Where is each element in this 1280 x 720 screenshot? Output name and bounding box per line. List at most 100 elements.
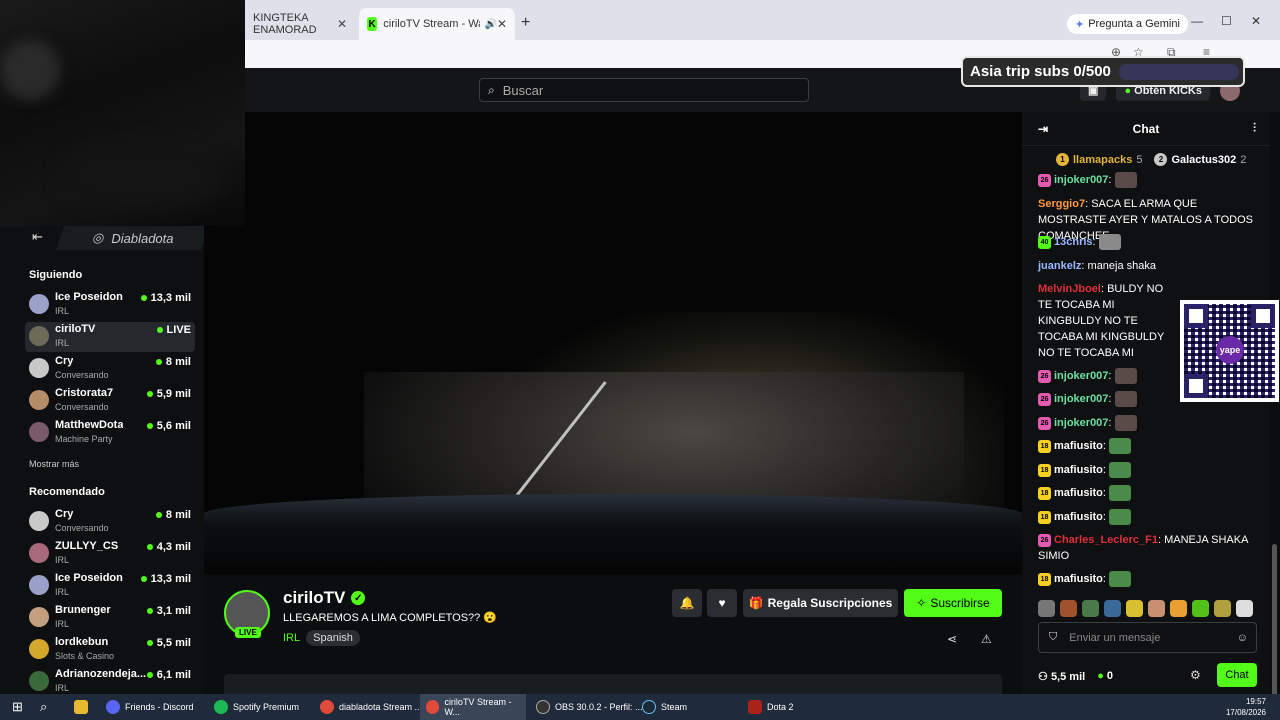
sub-goal-label: Asia trip subs 0/500 (970, 63, 1111, 80)
collapse-sidebar-icon[interactable]: ⇤ (32, 229, 43, 245)
sidebar-item-cirilotv[interactable]: ciriloTV IRL LIVE (25, 322, 195, 352)
collapse-chat-icon[interactable]: ⇥ (1038, 122, 1048, 136)
streamer-name-label: ciriloTV (283, 588, 346, 607)
emote-button[interactable] (1192, 600, 1209, 617)
verified-icon: ✓ (351, 591, 366, 605)
sidebar-item-cry[interactable]: Cry Conversando 8 mil (25, 354, 195, 384)
emote-button[interactable] (1126, 600, 1143, 617)
report-icon[interactable]: ⚠ (981, 632, 992, 646)
system-clock[interactable]: 19:57 17/08/2026 (1226, 696, 1266, 718)
close-window-button[interactable]: ✕ (1251, 14, 1261, 28)
avatar (29, 358, 49, 378)
sidebar-item-ice-poseidon[interactable]: Ice Poseidon IRL 13,3 mil (25, 290, 195, 320)
taskbar-search-button[interactable]: ⌕ (34, 694, 47, 720)
chat-message: 40 13chris: (1038, 234, 1266, 251)
channel-category: Conversando (55, 523, 109, 533)
sidebar-item-adrianozendeja[interactable]: Adrianozendeja... IRL 6,1 mil (25, 667, 195, 697)
search-input[interactable]: ⌕ Buscar (479, 78, 809, 102)
emote-button[interactable] (1038, 600, 1055, 617)
chat-input[interactable]: ⛉ Enviar un mensaje ☺ (1038, 622, 1257, 653)
emote (1098, 234, 1121, 251)
taskbar-dota2[interactable]: Dota 2 (742, 694, 794, 720)
channel-category: IRL (55, 338, 70, 348)
video-player[interactable] (204, 112, 1022, 574)
sidebar-item-lordkebun[interactable]: lordkebun Slots & Casino 5,5 mil (25, 635, 195, 665)
folder-icon (74, 700, 88, 714)
notification-bell-button[interactable]: 🔔 (672, 589, 702, 617)
tab-kingteka[interactable]: KINGTEKA ENAMORAD ✕ (245, 8, 355, 40)
tab-cirilotv[interactable]: K ciriloTV Stream - Watch Liv 🔊 ✕ (359, 8, 515, 40)
taskbar-chrome-cirilotv[interactable]: ciriloTV Stream - W... (420, 694, 526, 720)
language-tag[interactable]: Spanish (306, 630, 360, 646)
emote-button[interactable] (1214, 600, 1231, 617)
start-button[interactable]: ⊞ (6, 694, 23, 720)
emote-button[interactable] (1148, 600, 1165, 617)
instagram-handle: Diabladota (111, 230, 174, 246)
sidebar-item-brunenger[interactable]: Brunenger IRL 3,1 mil (25, 603, 195, 633)
avatar (29, 607, 49, 627)
gear-icon[interactable]: ⚙ (1190, 668, 1201, 682)
sidebar-item-matthewdota[interactable]: MatthewDota Machine Party 5,6 mil (25, 418, 195, 448)
chat-panel: ⇥ Chat ⫶ 1 llamapacks 5 2 Galactus302 2 26 in… (1022, 112, 1270, 694)
page-scrollbar[interactable] (1270, 112, 1280, 704)
emote-button[interactable] (1082, 600, 1099, 617)
channel-name: Cristorata7 (55, 387, 114, 399)
search-icon: ⌕ (488, 82, 495, 97)
taskbar-discord[interactable]: Friends - Discord (100, 694, 194, 720)
channel-category: Slots & Casino (55, 651, 115, 661)
yape-qr-code: yape (1180, 300, 1279, 402)
webcam-overlay (0, 0, 245, 226)
send-chat-button[interactable]: Chat (1217, 663, 1257, 687)
show-more-link[interactable]: Mostrar más (29, 459, 79, 469)
new-tab-button[interactable]: + (521, 14, 530, 32)
speaker-icon[interactable]: 🔊 (484, 19, 496, 30)
shield-icon: ⛉ (1049, 631, 1058, 643)
minimize-button[interactable]: — (1191, 14, 1203, 28)
tab-strip: KINGTEKA ENAMORAD ✕ K ciriloTV Stream - … (245, 0, 1280, 40)
channel-category: Conversando (55, 402, 109, 412)
taskbar-obs[interactable]: OBS 30.0.2 - Perfil: ... (530, 694, 643, 720)
emote-button[interactable] (1060, 600, 1077, 617)
gifter-item[interactable]: 1 llamapacks 5 (1056, 153, 1142, 166)
category-link[interactable]: IRL (283, 632, 300, 644)
avatar (29, 294, 49, 314)
close-icon[interactable]: ✕ (337, 17, 347, 31)
chat-header: ⇥ Chat ⫶ (1022, 112, 1270, 146)
gemini-button[interactable]: ✦ Pregunta a Gemini (1067, 14, 1188, 34)
sidebar-item-zullyy[interactable]: ZULLYY_CS IRL 4,3 mil (25, 539, 195, 569)
kicks-balance[interactable]: ● 0 (1097, 670, 1113, 682)
taskbar-spotify[interactable]: Spotify Premium (208, 694, 299, 720)
taskbar-steam[interactable]: Steam (636, 694, 687, 720)
gifter-item[interactable]: 2 Galactus302 2 (1154, 153, 1246, 166)
emote-button[interactable] (1104, 600, 1121, 617)
follow-button[interactable]: ♥ (707, 589, 737, 617)
chat-message: 26 injoker007: (1038, 172, 1266, 189)
chat-users-icon[interactable]: ⫶ (1253, 121, 1256, 136)
sidebar-item-cristorata7[interactable]: Cristorata7 Conversando 5,9 mil (25, 386, 195, 416)
channel-category: IRL (55, 306, 70, 316)
share-icon[interactable]: ⋖ (947, 632, 957, 646)
heart-icon: ♥ (718, 596, 726, 610)
maximize-button[interactable]: ☐ (1221, 14, 1232, 28)
chat-message: 26 injoker007: (1038, 415, 1266, 432)
emote-button[interactable] (1236, 600, 1253, 617)
taskbar-chrome-diabladota[interactable]: diabladota Stream ... (314, 694, 422, 720)
steam-icon (642, 700, 656, 714)
yape-logo: yape (1216, 336, 1244, 364)
emote-button[interactable] (1170, 600, 1187, 617)
sidebar-item-cry-rec[interactable]: Cry Conversando 8 mil (25, 507, 195, 537)
channel-name: MatthewDota (55, 419, 124, 431)
emoji-icon[interactable]: ☺ (1237, 632, 1248, 644)
channel-name: ZULLYY_CS (55, 540, 119, 552)
discord-icon (106, 700, 120, 714)
close-icon[interactable]: ✕ (497, 17, 507, 31)
gift-subs-button[interactable]: 🎁 Regala Suscripciones (743, 589, 898, 617)
obs-icon (536, 700, 550, 714)
sidebar-item-ice-poseidon-rec[interactable]: Ice Poseidon IRL 13,3 mil (25, 571, 195, 601)
subscribe-button[interactable]: ✧ Suscribirse (904, 589, 1002, 617)
streamer-name[interactable]: ciriloTV ✓ (283, 588, 366, 608)
file-explorer-button[interactable] (68, 694, 88, 720)
tab-label: KINGTEKA ENAMORAD (253, 12, 317, 36)
avatar (29, 422, 49, 442)
tab-label: ciriloTV Stream - Watch Liv (383, 18, 480, 30)
